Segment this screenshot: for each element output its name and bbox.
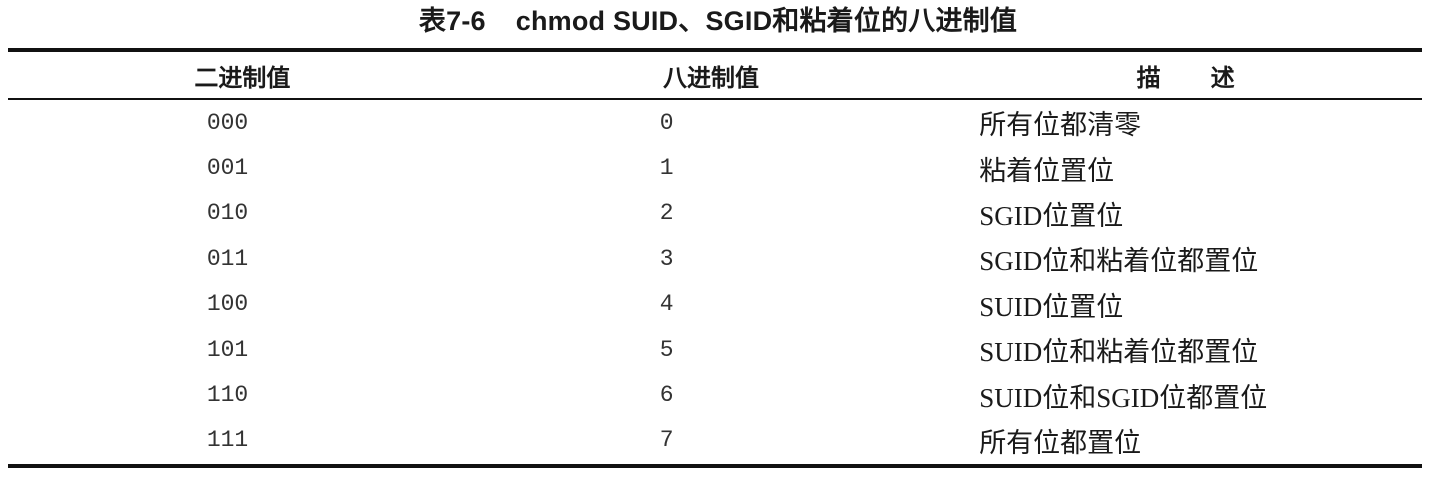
octal-cell: 4 [659,291,674,318]
binary-cell: 010 [206,200,249,227]
octal-cell: 2 [659,200,674,227]
description-cell: SUID位和SGID位都置位 [979,382,1268,413]
header-binary: 二进制值 [194,63,291,92]
description-cell: 粘着位置位 [979,155,1115,186]
table-row: 010 2 SGID位置位 [8,191,1422,236]
bottom-rule [8,464,1422,469]
octal-cell: 1 [659,155,674,182]
table-row: 101 5 SUID位和粘着位都置位 [8,327,1422,372]
table-row: 001 1 粘着位置位 [8,145,1422,190]
octal-cell: 5 [659,336,674,363]
description-cell: 所有位都置位 [979,427,1142,458]
binary-cell: 001 [206,155,249,182]
binary-cell: 110 [206,382,249,409]
table-caption: 表7-6 chmod SUID、SGID和粘着位的八进制值 [0,0,1436,44]
header-octal: 八进制值 [663,63,759,92]
description-cell: SUID位和粘着位都置位 [979,337,1259,368]
table-row: 111 7 所有位都置位 [8,418,1422,463]
octal-values-table: 二进制值 八进制值 描述 000 0 所有位都清零 001 1 粘着位置位 01… [8,48,1422,469]
binary-cell: 011 [206,245,249,272]
description-cell: SGID位置位 [979,200,1124,231]
table-row: 100 4 SUID位置位 [8,282,1422,327]
table-row: 011 3 SGID位和粘着位都置位 [8,236,1422,281]
header-row: 二进制值 八进制值 描述 [8,52,1422,98]
octal-cell: 3 [659,245,674,272]
header-description: 描述 [1136,63,1285,92]
description-cell: SUID位置位 [979,291,1124,322]
description-cell: 所有位都清零 [979,110,1142,141]
binary-cell: 101 [206,336,249,363]
octal-cell: 0 [659,109,674,136]
binary-cell: 000 [206,109,249,136]
octal-cell: 6 [659,382,674,409]
table-title: chmod SUID、SGID和粘着位的八进制值 [515,6,1018,36]
description-cell: SGID位和粘着位都置位 [979,246,1259,277]
table-row: 000 0 所有位都清零 [8,100,1422,145]
table-number: 表7-6 [418,6,486,36]
octal-cell: 7 [659,427,674,454]
table-row: 110 6 SUID位和SGID位都置位 [8,372,1422,417]
binary-cell: 111 [206,427,249,454]
table-body: 000 0 所有位都清零 001 1 粘着位置位 010 2 SGID位置位 0… [8,100,1422,464]
binary-cell: 100 [206,291,249,318]
